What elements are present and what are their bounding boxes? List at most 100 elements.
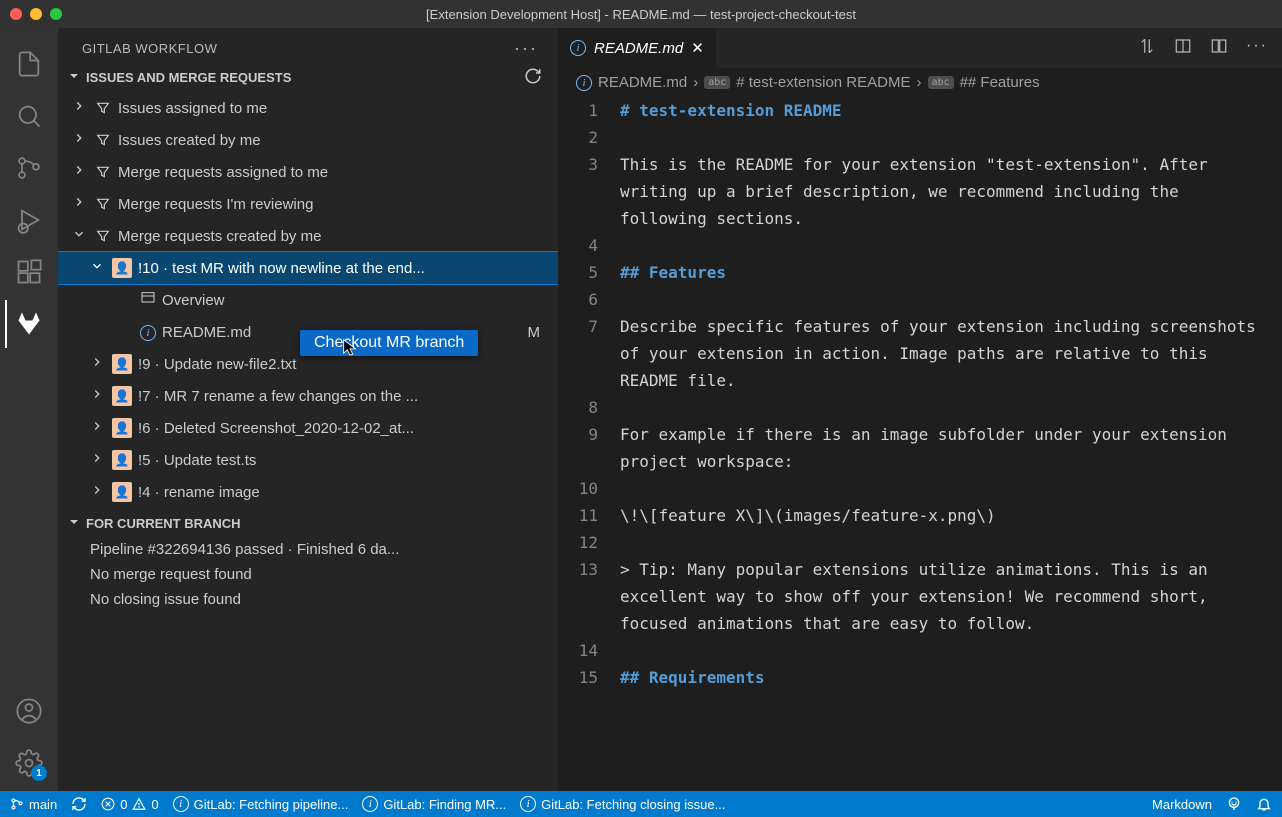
file-decoration: M	[528, 324, 541, 341]
line-number: 1	[558, 97, 598, 124]
filter-icon	[94, 164, 112, 180]
editor-area: i README.md ✕ ··· i README.md › abc # te…	[558, 28, 1282, 791]
titlebar: [Extension Development Host] - README.md…	[0, 0, 1282, 28]
sync-icon[interactable]	[71, 796, 87, 812]
symbol-badge: abc	[928, 76, 954, 89]
tree-filter-item[interactable]: Merge requests created by me	[58, 220, 558, 252]
line-number: 11	[558, 502, 598, 529]
editor-content[interactable]: 123456789101112131415 # test-extension R…	[558, 97, 1282, 791]
tree-item-label: !10 · test MR with now newline at the en…	[138, 260, 550, 277]
line-number: 9	[558, 421, 598, 475]
code-line: For example if there is an image subfold…	[620, 421, 1282, 475]
tree-filter-item[interactable]: Merge requests assigned to me	[58, 156, 558, 188]
chevron-down-icon	[66, 514, 82, 533]
line-number: 10	[558, 475, 598, 502]
explorer-icon[interactable]	[5, 40, 53, 88]
layout-icon[interactable]	[1210, 37, 1228, 60]
maximize-window-button[interactable]	[50, 8, 62, 20]
chevron-right-icon	[70, 163, 88, 181]
feedback-icon[interactable]	[1226, 796, 1242, 812]
chevron-down-icon	[70, 227, 88, 245]
info-icon: i	[576, 75, 592, 91]
overview-icon	[140, 290, 156, 310]
notifications-icon[interactable]	[1256, 796, 1272, 812]
code-line	[620, 394, 1282, 421]
tree-mr-item[interactable]: 👤!4 · rename image	[58, 476, 558, 508]
filter-icon	[94, 100, 112, 116]
accounts-icon[interactable]	[5, 687, 53, 735]
chevron-right-icon	[88, 419, 106, 437]
filter-icon	[94, 196, 112, 212]
code-line: \!\[feature X\]\(images/feature-x.png\)	[620, 502, 1282, 529]
statusbar: main 0 0 i GitLab: Fetching pipeline... …	[0, 791, 1282, 817]
chevron-down-icon	[88, 259, 106, 277]
info-icon: i	[140, 323, 156, 341]
chevron-right-icon	[88, 483, 106, 501]
gitlab-pipeline-status[interactable]: i GitLab: Fetching pipeline...	[173, 796, 349, 812]
tree-item-label: Merge requests created by me	[118, 228, 550, 245]
tree-mr-item[interactable]: 👤!5 · Update test.ts	[58, 444, 558, 476]
tree-mr-item[interactable]: 👤!7 · MR 7 rename a few changes on the .…	[58, 380, 558, 412]
code-line: Describe specific features of your exten…	[620, 313, 1282, 394]
code-line	[620, 529, 1282, 556]
chevron-right-icon	[88, 387, 106, 405]
chevron-down-icon	[66, 68, 82, 87]
branch-status-item[interactable]: Pipeline #322694136 passed · Finished 6 …	[90, 537, 558, 562]
tree-item-label: !6 · Deleted Screenshot_2020-12-02_at...	[138, 420, 550, 437]
line-number: 3	[558, 151, 598, 232]
code-line: This is the README for your extension "t…	[620, 151, 1282, 232]
context-menu-item-checkout[interactable]: Checkout MR branch	[314, 334, 464, 352]
code-line: # test-extension README	[620, 97, 1282, 124]
run-debug-icon[interactable]	[5, 196, 53, 244]
close-icon[interactable]: ✕	[691, 39, 704, 57]
extensions-icon[interactable]	[5, 248, 53, 296]
more-icon[interactable]: ···	[514, 38, 538, 59]
refresh-icon[interactable]	[524, 67, 542, 88]
compare-icon[interactable]	[1138, 37, 1156, 60]
line-number: 5	[558, 259, 598, 286]
tree-item-label: Merge requests assigned to me	[118, 164, 550, 181]
chevron-right-icon	[70, 99, 88, 117]
info-icon: i	[173, 796, 189, 812]
source-control-icon[interactable]	[5, 144, 53, 192]
line-number: 12	[558, 529, 598, 556]
line-number: 8	[558, 394, 598, 421]
filter-icon	[94, 228, 112, 244]
tree-mr-item[interactable]: 👤!6 · Deleted Screenshot_2020-12-02_at..…	[58, 412, 558, 444]
code-line	[620, 286, 1282, 313]
branch-status-item[interactable]: No merge request found	[90, 562, 558, 587]
settings-gear-icon[interactable]: 1	[5, 739, 53, 787]
tab-readme[interactable]: i README.md ✕	[558, 28, 716, 68]
breadcrumb[interactable]: i README.md › abc # test-extension READM…	[558, 68, 1282, 97]
context-menu: Checkout MR branch	[300, 330, 478, 356]
tree-mr-child[interactable]: Overview	[58, 284, 558, 316]
minimize-window-button[interactable]	[30, 8, 42, 20]
settings-badge: 1	[31, 765, 47, 781]
code-line: ## Requirements	[620, 664, 1282, 691]
section-branch-header[interactable]: FOR CURRENT BRANCH	[58, 510, 558, 537]
gitlab-icon[interactable]	[5, 300, 53, 348]
tree-item-label: Issues assigned to me	[118, 100, 550, 117]
tree-filter-item[interactable]: Issues created by me	[58, 124, 558, 156]
gitlab-issue-status[interactable]: i GitLab: Fetching closing issue...	[520, 796, 725, 812]
tree-item-label: !4 · rename image	[138, 484, 550, 501]
split-editor-icon[interactable]	[1174, 37, 1192, 60]
more-icon[interactable]: ···	[1246, 37, 1268, 60]
search-icon[interactable]	[5, 92, 53, 140]
line-number: 15	[558, 664, 598, 691]
close-window-button[interactable]	[10, 8, 22, 20]
chevron-right-icon: ›	[693, 74, 698, 91]
chevron-right-icon: ›	[917, 74, 922, 91]
line-number: 7	[558, 313, 598, 394]
section-issues-header[interactable]: ISSUES AND MERGE REQUESTS	[58, 63, 558, 92]
tree-filter-item[interactable]: Issues assigned to me	[58, 92, 558, 124]
branch-indicator[interactable]: main	[10, 797, 57, 812]
tree-mr-item[interactable]: 👤!10 · test MR with now newline at the e…	[58, 252, 558, 284]
branch-status-item[interactable]: No closing issue found	[90, 587, 558, 612]
code-line	[620, 232, 1282, 259]
problems-indicator[interactable]: 0 0	[101, 797, 158, 812]
tree-filter-item[interactable]: Merge requests I'm reviewing	[58, 188, 558, 220]
language-mode[interactable]: Markdown	[1152, 797, 1212, 812]
gitlab-mr-status[interactable]: i GitLab: Finding MR...	[362, 796, 506, 812]
traffic-lights	[0, 8, 62, 20]
